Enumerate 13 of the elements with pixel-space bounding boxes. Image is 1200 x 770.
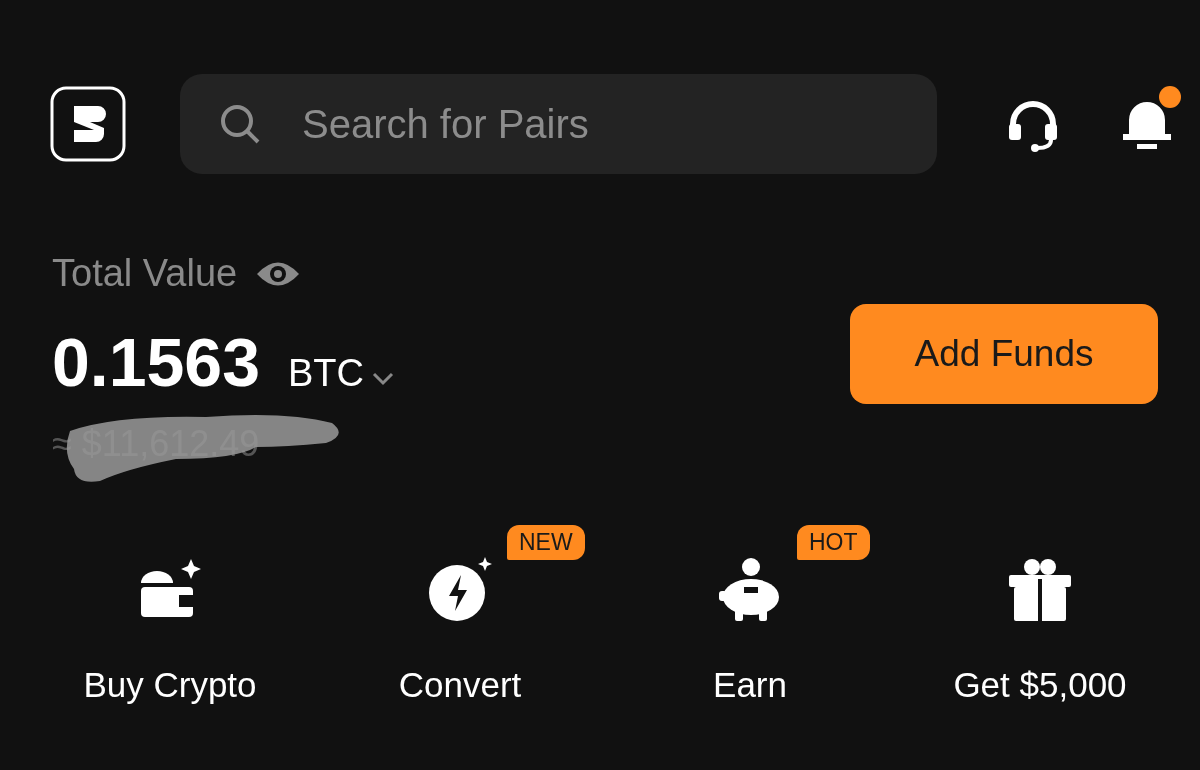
add-funds-button[interactable]: Add Funds	[850, 304, 1158, 404]
currency-selector[interactable]: BTC	[288, 352, 364, 395]
badge: NEW	[507, 525, 585, 560]
action-label[interactable]: Get $5,000	[953, 665, 1127, 705]
balance-amount: 0.1563	[52, 323, 260, 401]
badge: HOT	[797, 525, 870, 560]
action-label[interactable]: Convert	[398, 665, 522, 705]
total-value-label: Total Value	[52, 252, 238, 295]
action-label[interactable]: Buy Crypto	[83, 665, 257, 705]
logo-icon[interactable]	[50, 86, 126, 162]
chevron-down-icon[interactable]	[372, 372, 394, 386]
action-label[interactable]: Earn	[713, 665, 787, 705]
search-field[interactable]: Search for Pairs	[180, 74, 937, 174]
